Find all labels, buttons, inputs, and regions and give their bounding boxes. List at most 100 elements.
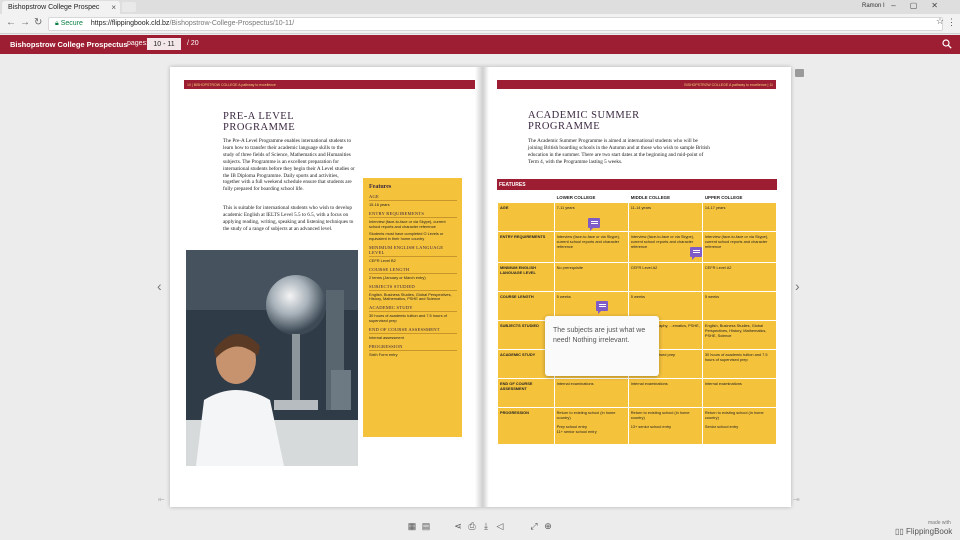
- comment-marker-icon[interactable]: [588, 218, 600, 231]
- feature-item: PROGRESSION Sixth Form entry: [369, 344, 457, 358]
- thumbnails-icon[interactable]: ▦: [407, 521, 417, 531]
- table-cell: 14-17 years: [702, 203, 776, 231]
- left-title-line-2: PROGRAMME: [223, 122, 296, 133]
- browser-menu-icon[interactable]: ⋮: [947, 17, 956, 28]
- forward-icon[interactable]: →: [20, 17, 30, 28]
- table-row: PROGRESSION Return to existing school (i…: [498, 408, 776, 444]
- table-row: AGE 7-11 years 11-14 years 14-17 years: [498, 203, 776, 231]
- download-icon[interactable]: ⤓: [481, 521, 491, 531]
- feature-value: 30 hours of academic tuition and 7.5 hou…: [369, 311, 457, 324]
- next-page-arrow-icon[interactable]: ›: [795, 278, 800, 294]
- table-cell: Interview (face-to-face or via Skype), c…: [554, 232, 628, 262]
- feature-value: English, Business Studies, Global Perspe…: [369, 289, 457, 303]
- table-header-row: LOWER COLLEGE MIDDLE COLLEGE UPPER COLLE…: [498, 192, 776, 202]
- table-cell: Return to existing school (in home count…: [628, 408, 702, 444]
- feature-value: Sixth Form entry: [369, 349, 457, 358]
- zoom-icon[interactable]: ⊕: [543, 521, 553, 531]
- table-cell: English, Business Studies, Global Perspe…: [702, 321, 776, 349]
- row-label: END OF COURSE ASSESSMENT: [498, 379, 554, 407]
- made-with-label: made with: [928, 520, 951, 526]
- left-running-head: 10 | BISHOPSTROW COLLEGE A pathway to ex…: [184, 80, 475, 89]
- comment-toggle-icon[interactable]: [795, 69, 804, 77]
- last-page-icon[interactable]: ⇥: [793, 495, 800, 504]
- table-cell: 11-14 years: [628, 203, 702, 231]
- bookmark-star-icon[interactable]: ☆: [936, 16, 944, 27]
- table-header-cell: LOWER COLLEGE: [554, 192, 628, 202]
- left-title-line-1: PRE-A LEVEL: [223, 111, 295, 122]
- left-features-box: Features AGE 15-16 years ENTRY REQUIREME…: [363, 178, 462, 437]
- share-icon[interactable]: ⋖: [453, 521, 463, 531]
- left-second-paragraph: This is suitable for international stude…: [223, 205, 354, 232]
- url-host: https://flippingbook.cld.bz: [90, 20, 170, 27]
- feature-label: END OF COURSE ASSESSMENT: [369, 326, 440, 332]
- table-cell: No prerequisite: [554, 263, 628, 291]
- browser-toolbar: ← → ↻ 🔒︎ Secure https://flippingbook.cld…: [0, 14, 960, 34]
- right-title-line-1: ACADEMIC SUMMER: [528, 110, 640, 121]
- first-page-icon[interactable]: ⇤: [158, 495, 165, 504]
- feature-label: ENTRY REQUIREMENTS: [369, 210, 425, 216]
- table-cell: Return to existing school (in home count…: [702, 408, 776, 444]
- right-title-line-2: PROGRAMME: [528, 121, 601, 132]
- feature-item: END OF COURSE ASSESSMENT Internal assess…: [369, 327, 457, 341]
- table-row: MINIMUM ENGLISH LANGUAGE LEVEL No prereq…: [498, 263, 776, 291]
- url-path: /Bishopstrow-College-Prospectus/10-11/: [169, 20, 295, 27]
- print-icon[interactable]: ⎙: [467, 521, 477, 531]
- row-label: MINIMUM ENGLISH LANGUAGE LEVEL: [498, 263, 554, 291]
- feature-label: PROGRESSION: [369, 343, 403, 349]
- comment-popup[interactable]: The subjects are just what we need! Noth…: [545, 316, 659, 376]
- comment-marker-icon[interactable]: [690, 247, 702, 260]
- browser-tab[interactable]: Bishopstrow College Prospec ×: [2, 1, 120, 14]
- feature-value: CEFR Level B2: [369, 255, 457, 264]
- table-row: ENTRY REQUIREMENTS Interview (face-to-fa…: [498, 232, 776, 262]
- row-label: PROGRESSION: [498, 408, 554, 444]
- feature-label: SUBJECTS STUDIED: [369, 283, 415, 289]
- feature-item: COURSE LENGTH 2 terms (January or March …: [369, 267, 457, 281]
- publication-title: Bishopstrow College Prospectus: [10, 40, 128, 49]
- feature-label: ACADEMIC STUDY: [369, 305, 413, 311]
- feature-item: AGE 15-16 years: [369, 194, 457, 208]
- table-cell: Return to existing school (in home count…: [554, 408, 628, 444]
- new-tab-button[interactable]: [122, 2, 136, 12]
- table-cell: Internal examinations: [702, 379, 776, 407]
- security-label: Secure: [60, 20, 83, 27]
- sound-icon[interactable]: ◁: [495, 521, 505, 531]
- reload-icon[interactable]: ↻: [34, 17, 42, 28]
- right-running-head: BISHOPSTROW COLLEGE A pathway to excelle…: [497, 80, 776, 89]
- feature-item: Students must have completed O Levels or…: [369, 230, 457, 242]
- feature-value: 2 terms (January or March entry): [369, 272, 457, 281]
- right-intro-paragraph: The Academic Summer Programme is aimed a…: [528, 138, 710, 165]
- table-cell: 30 hours of academic tuition and 7.5 hou…: [702, 350, 776, 378]
- comments-icon[interactable]: ▤: [421, 521, 431, 531]
- feature-value: Interview (face-to-face or via Skype), c…: [369, 216, 457, 230]
- feature-label: MINIMUM ENGLISH LANGUAGE LEVEL: [369, 244, 444, 255]
- address-bar[interactable]: 🔒︎ Secure https://flippingbook.cld.bz/Bi…: [48, 17, 943, 31]
- table-row: END OF COURSE ASSESSMENT Internal examin…: [498, 379, 776, 407]
- close-tab-icon[interactable]: ×: [111, 3, 116, 12]
- right-page-title: ACADEMIC SUMMER PROGRAMME: [528, 110, 640, 132]
- book-spine: [475, 67, 489, 507]
- table-cell: CEFR Level A2: [702, 263, 776, 291]
- flippingbook-logo[interactable]: ▯▯ FlippingBook: [895, 527, 952, 536]
- table-header-cell: [498, 192, 554, 202]
- comment-marker-icon[interactable]: [596, 301, 608, 314]
- tab-title: Bishopstrow College Prospec: [8, 4, 100, 11]
- feature-item: SUBJECTS STUDIED English, Business Studi…: [369, 284, 457, 303]
- feature-value: Students must have completed O Levels or…: [369, 231, 444, 242]
- search-icon[interactable]: [942, 39, 952, 49]
- feature-value: Internal assessment: [369, 332, 457, 341]
- page-number-input[interactable]: [147, 38, 181, 50]
- back-icon[interactable]: ←: [6, 17, 16, 28]
- row-label: ENTRY REQUIREMENTS: [498, 232, 554, 262]
- flipbook-header: Bishopstrow College Prospectus pages: / …: [0, 35, 960, 54]
- pages-label: pages:: [127, 40, 149, 47]
- fullscreen-icon[interactable]: ⤢: [529, 521, 539, 531]
- feature-item: MINIMUM ENGLISH LANGUAGE LEVEL CEFR Leve…: [369, 245, 457, 264]
- brand-name: FlippingBook: [906, 527, 953, 536]
- browser-user-name[interactable]: Ramon I: [862, 3, 885, 9]
- browser-tab-bar: Bishopstrow College Prospec × Ramon I –▢…: [0, 0, 960, 14]
- row-label: AGE: [498, 203, 554, 231]
- window-controls[interactable]: –▢✕: [891, 1, 952, 10]
- left-page-title: PRE-A LEVEL PROGRAMME: [223, 111, 295, 133]
- table-header-cell: UPPER COLLEGE: [702, 192, 776, 202]
- previous-page-arrow-icon[interactable]: ‹: [157, 278, 162, 294]
